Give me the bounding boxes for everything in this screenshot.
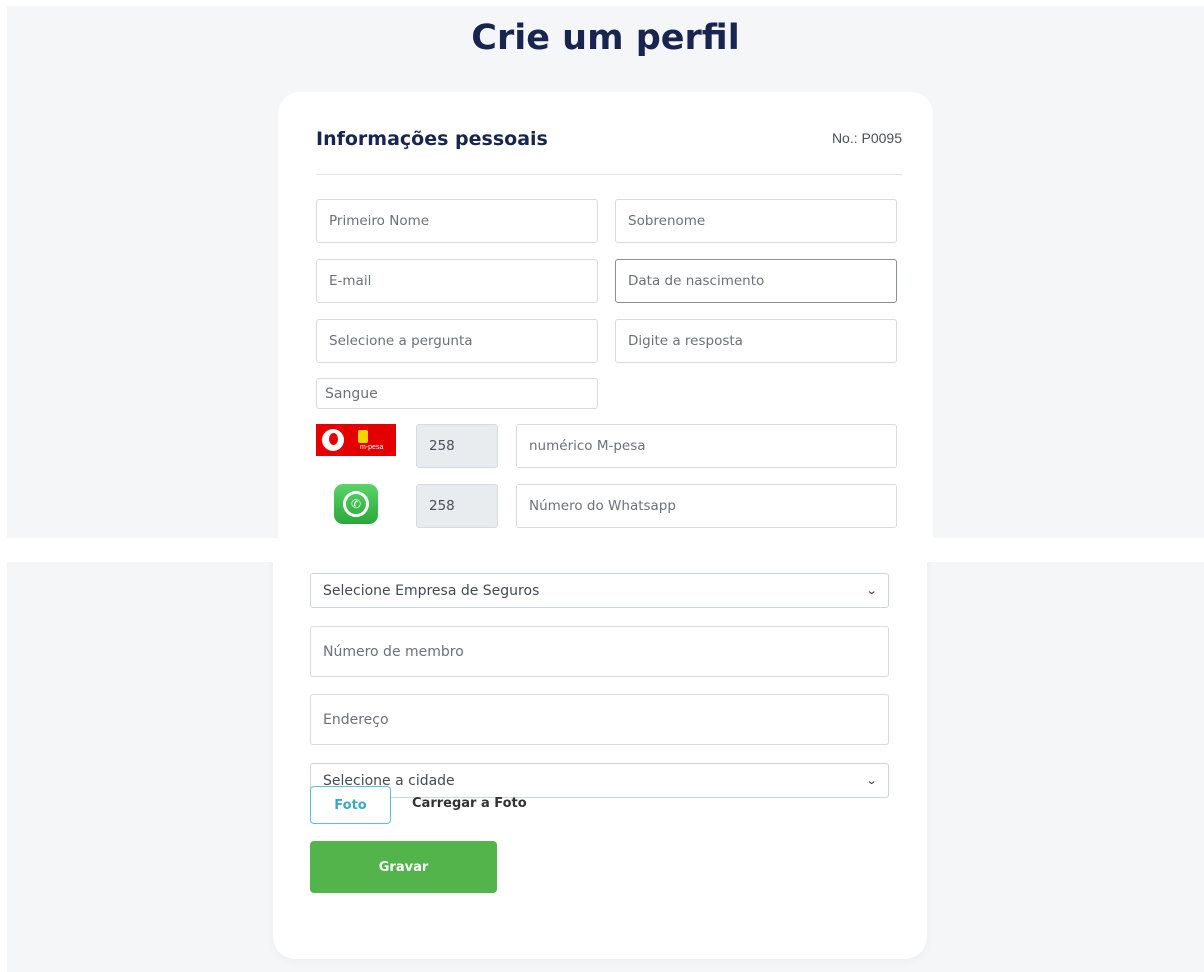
phone-icon [358,429,368,443]
birth-date-input[interactable] [615,259,897,303]
mpesa-country-code: 258 [416,424,498,468]
security-answer-input[interactable] [615,319,897,363]
mpesa-number-input[interactable] [516,424,897,468]
section-title: Informações pessoais [316,128,548,150]
last-name-input[interactable] [615,199,897,243]
whatsapp-logo: ✆ [334,484,378,524]
page-title: Crie um perfil [471,18,740,58]
top-panel: Crie um perfil Informações pessoais No.:… [7,6,1204,538]
profile-number: No.: P0095 [831,130,902,146]
city-select[interactable]: Selecione a cidade ⌄ [310,763,889,798]
blood-type-input[interactable] [316,378,598,409]
bottom-panel: Selecione Empresa de Seguros ⌄ Selecione… [7,562,1204,972]
security-question-select[interactable] [316,319,598,363]
mpesa-logo-text: m-pesa [360,444,384,451]
member-number-input[interactable] [310,626,889,677]
chevron-down-icon: ⌄ [865,774,878,787]
chevron-down-icon: ⌄ [865,584,878,597]
profile-card-top: Informações pessoais No.: P0095 m-pesa 2… [278,92,933,538]
whatsapp-number-input[interactable] [516,484,897,528]
upload-photo-label: Carregar a Foto [412,796,527,811]
whatsapp-icon: ✆ [343,491,369,517]
divider [316,174,902,175]
photo-button[interactable]: Foto [310,786,391,824]
insurance-company-select-label: Selecione Empresa de Seguros [323,582,540,599]
address-input[interactable] [310,694,889,745]
whatsapp-country-code: 258 [416,484,498,528]
email-input[interactable] [316,259,598,303]
save-button[interactable]: Gravar [310,841,497,893]
first-name-input[interactable] [316,199,598,243]
mpesa-logo: m-pesa [316,424,396,456]
insurance-company-select[interactable]: Selecione Empresa de Seguros ⌄ [310,573,889,608]
vodafone-icon [322,429,344,451]
profile-card-bottom: Selecione Empresa de Seguros ⌄ Selecione… [273,562,927,959]
